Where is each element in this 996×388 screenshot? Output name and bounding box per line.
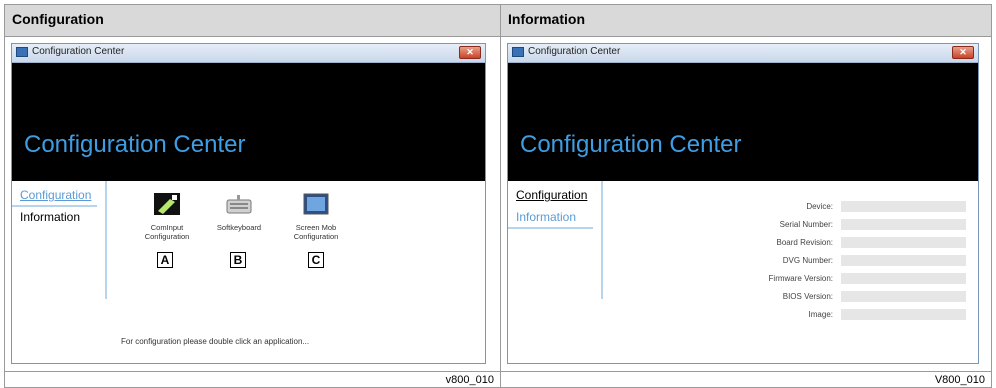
banner-title: Configuration Center [24,131,246,158]
app-screen-mob[interactable]: Screen Mob Configuration [281,193,351,241]
info-value-field [841,237,966,248]
keyboard-icon [204,193,274,217]
title-bar: Configuration Center ✕ [12,44,485,63]
nav-panel: Configuration Information [12,181,107,299]
app-label: ComInput Configuration [144,223,190,241]
left-figure-cell: Configuration Center ✕ Configuration Cen… [4,36,501,372]
app-icon [512,47,524,57]
nav-item-label: Configuration [516,188,588,202]
app-softkeyboard[interactable]: Softkeyboard [204,193,274,232]
close-button[interactable]: ✕ [952,46,974,59]
hint-text: For configuration please double click an… [121,337,310,346]
window-body: Configuration Information Device: Serial… [508,181,978,363]
callout-a: A [157,252,173,268]
info-row-device: Device: [508,201,983,213]
nav-item-configuration[interactable]: Configuration [12,188,97,207]
callout-b: B [230,252,246,268]
app-label: Softkeyboard [216,223,262,232]
callout-c: C [308,252,324,268]
app-icon [16,47,28,57]
info-value-field [841,219,966,230]
info-row-dvg-number: DVG Number: [508,255,983,267]
window-title: Configuration Center [528,46,621,57]
info-value-field [841,273,966,284]
nav-item-information[interactable]: Information [20,210,80,224]
window-body: Configuration Information ComInput Confi… [12,181,485,363]
info-label: DVG Number: [782,256,833,265]
nav-item-label: Information [20,210,81,224]
info-label: Serial Number: [779,220,833,229]
left-caption: v800_010 [445,374,494,386]
cominput-icon [132,193,202,217]
info-label: Board Revision: [776,238,833,247]
banner: Configuration Center [508,63,978,181]
nav-item-label: Configuration [20,188,92,202]
right-figure-cell: Configuration Center ✕ Configuration Cen… [500,36,992,372]
app-cominput[interactable]: ComInput Configuration [132,193,202,241]
right-heading: Information [508,11,585,27]
banner-title: Configuration Center [520,131,742,158]
window-title: Configuration Center [32,46,125,57]
right-caption-cell: V800_010 [500,371,992,388]
banner: Configuration Center [12,63,485,181]
left-heading-cell: Configuration [4,4,501,37]
info-label: BIOS Version: [782,292,833,301]
screen-icon [281,193,351,217]
info-value-field [841,309,966,320]
close-icon: ✕ [959,47,967,57]
info-row-image: Image: [508,309,983,321]
info-row-bios-version: BIOS Version: [508,291,983,303]
info-row-serial-number: Serial Number: [508,219,983,231]
info-value-field [841,255,966,266]
left-heading: Configuration [12,11,104,27]
right-caption: V800_010 [934,374,985,386]
app-label: Screen Mob Configuration [293,223,339,241]
info-label: Image: [808,310,833,319]
nav-item-configuration[interactable]: Configuration [516,188,587,202]
info-window: Configuration Center ✕ Configuration Cen… [507,43,979,364]
info-value-field [841,201,966,212]
info-row-firmware-version: Firmware Version: [508,273,983,285]
left-caption-cell: v800_010 [4,371,501,388]
close-icon: ✕ [466,47,474,57]
close-button[interactable]: ✕ [459,46,481,59]
title-bar: Configuration Center ✕ [508,44,978,63]
info-label: Device: [806,202,833,211]
info-label: Firmware Version: [768,274,833,283]
info-value-field [841,291,966,302]
config-window: Configuration Center ✕ Configuration Cen… [11,43,486,364]
right-heading-cell: Information [500,4,992,37]
info-row-board-revision: Board Revision: [508,237,983,249]
